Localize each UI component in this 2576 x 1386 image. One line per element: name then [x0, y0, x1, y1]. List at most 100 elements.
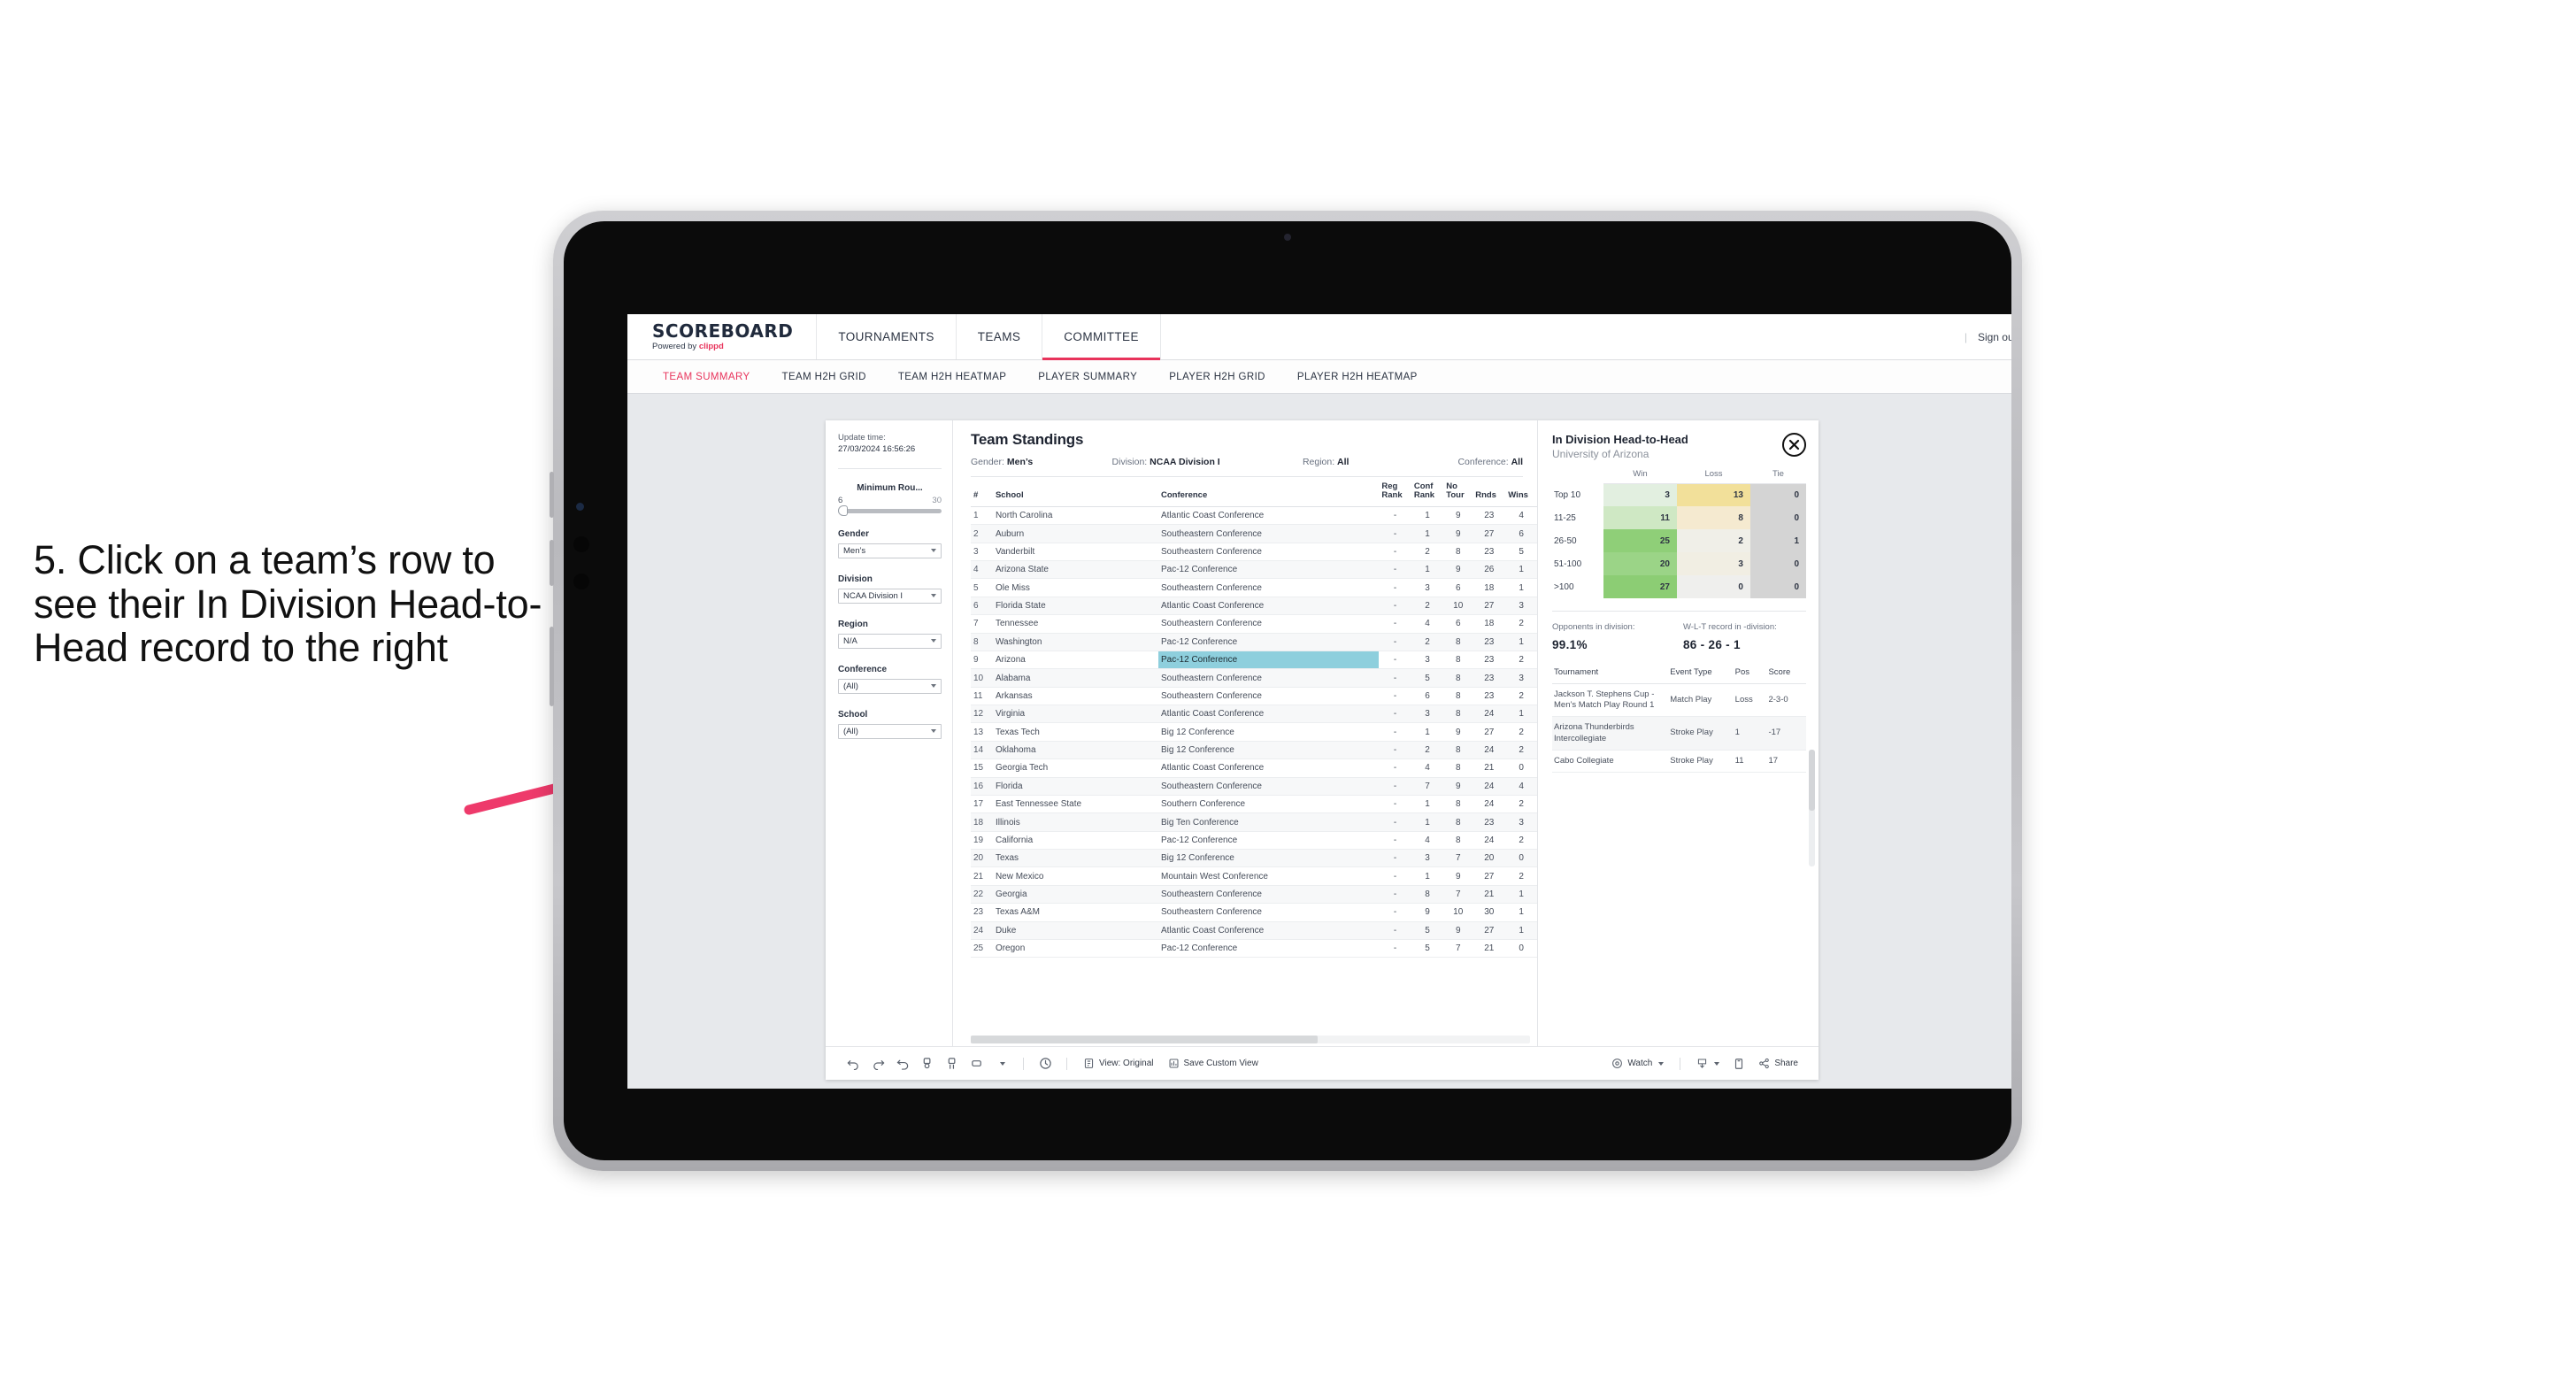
table-row[interactable]: 24 Duke Atlantic Coast Conference -5 9 27 1: [971, 921, 1537, 940]
tournament-row[interactable]: Cabo Collegiate Stroke Play 11 17: [1552, 750, 1806, 773]
cell-conference: Big 12 Conference: [1157, 722, 1380, 742]
volume-up-button[interactable]: [550, 472, 554, 518]
col-no-tour[interactable]: No Tour: [1443, 477, 1473, 507]
refresh-icon[interactable]: [941, 1053, 964, 1074]
conference-select[interactable]: (All): [838, 678, 942, 694]
clock-icon[interactable]: [1034, 1053, 1057, 1074]
table-row[interactable]: 6 Florida State Atlantic Coast Conference -…: [971, 597, 1537, 616]
col-tournament[interactable]: Tournament: [1552, 662, 1669, 685]
table-row[interactable]: 13 Texas Tech Big 12 Conference -1 9 27 2: [971, 722, 1537, 742]
col-conference[interactable]: Conference: [1157, 477, 1380, 507]
col-rnds[interactable]: Rnds: [1473, 477, 1506, 507]
rail-divider: [838, 467, 942, 469]
cell-event-type: Stroke Play: [1668, 750, 1734, 773]
col-pos[interactable]: Pos: [1733, 662, 1767, 685]
power-button[interactable]: [550, 627, 554, 706]
tab-player-h2h-heatmap[interactable]: PLAYER H2H HEATMAP: [1281, 360, 1434, 394]
division-select[interactable]: NCAA Division I: [838, 588, 942, 604]
pause-refresh-icon[interactable]: [916, 1053, 939, 1074]
tournament-scrollbar[interactable]: [1809, 750, 1815, 866]
cell-wins: 4: [1505, 777, 1537, 796]
table-row[interactable]: 7 Tennessee Southeastern Conference -4 6 18 2: [971, 614, 1537, 634]
table-row[interactable]: 1 North Carolina Atlantic Coast Conference…: [971, 506, 1537, 526]
share-button[interactable]: Share: [1752, 1053, 1804, 1074]
standings-table-wrap[interactable]: # School Conference Reg Rank Conf Rank No T…: [953, 477, 1537, 1046]
device-layout-icon[interactable]: [965, 1053, 988, 1074]
tab-team-h2h-heatmap[interactable]: TEAM H2H HEATMAP: [882, 360, 1022, 394]
minimum-rounds-slider[interactable]: [838, 505, 942, 517]
col-reg-rank[interactable]: Reg Rank: [1379, 477, 1411, 507]
cell-rnds: 24: [1473, 777, 1506, 796]
table-row[interactable]: 9 Arizona Pac-12 Conference -3 8 23 2: [971, 651, 1537, 670]
cell-conference: Atlantic Coast Conference: [1157, 597, 1380, 616]
table-row[interactable]: 12 Virginia Atlantic Coast Conference -3 8 24…: [971, 705, 1537, 724]
device-layout-caret[interactable]: [990, 1053, 1013, 1074]
cell-school: Georgia: [992, 885, 1158, 905]
nav-item-tournaments[interactable]: TOURNAMENTS: [817, 314, 957, 359]
brand-logo[interactable]: SCOREBOARD Powered by clippd: [627, 314, 818, 359]
col-event-type[interactable]: Event Type: [1668, 662, 1734, 685]
table-row[interactable]: 3 Vanderbilt Southeastern Conference -2 8 23 5: [971, 543, 1537, 562]
volume-down-button[interactable]: [550, 540, 554, 586]
fullscreen-icon[interactable]: [1727, 1053, 1750, 1074]
table-row[interactable]: 2 Auburn Southeastern Conference -1 9 27 6: [971, 524, 1537, 543]
col-school[interactable]: School: [992, 477, 1158, 507]
nav-item-teams[interactable]: TEAMS: [957, 314, 1043, 359]
table-row[interactable]: 5 Ole Miss Southeastern Conference -3 6 18 1: [971, 578, 1537, 597]
table-row[interactable]: 14 Oklahoma Big 12 Conference -2 8 24 2: [971, 741, 1537, 760]
cell-rank: 7: [971, 614, 993, 634]
slider-thumb[interactable]: [838, 505, 848, 517]
tournament-row[interactable]: Arizona Thunderbirds Intercollegiate Stro…: [1552, 716, 1806, 751]
scrollbar-thumb[interactable]: [971, 1036, 1318, 1043]
region-select[interactable]: N/A: [838, 633, 942, 649]
close-icon[interactable]: [1782, 433, 1806, 457]
view-original-label: View: Original: [1099, 1059, 1154, 1068]
table-row[interactable]: 19 California Pac-12 Conference -4 8 24 2: [971, 831, 1537, 851]
table-row[interactable]: 23 Texas A&M Southeastern Conference -9 10 30…: [971, 903, 1537, 922]
sign-out-link[interactable]: Sign out: [1978, 331, 2011, 343]
tab-team-summary[interactable]: TEAM SUMMARY: [647, 360, 766, 394]
col-rank[interactable]: #: [971, 477, 993, 507]
table-row[interactable]: 10 Alabama Southeastern Conference -5 8 23 3: [971, 668, 1537, 688]
undo-icon[interactable]: [842, 1053, 865, 1074]
app-viewport: SCOREBOARD Powered by clippd TOURNAMENTS…: [627, 314, 2011, 1089]
table-row[interactable]: 20 Texas Big 12 Conference -3 7 20 0: [971, 849, 1537, 868]
cell-rank: 2: [971, 524, 993, 543]
tournament-row[interactable]: Jackson T. Stephens Cup - Men’s Match Pl…: [1552, 683, 1806, 718]
sub-navigation-bar: TEAM SUMMARY TEAM H2H GRID TEAM H2H HEAT…: [627, 360, 2011, 394]
view-original-button[interactable]: View: Original: [1077, 1053, 1160, 1074]
col-conf-rank[interactable]: Conf Rank: [1411, 477, 1444, 507]
table-row[interactable]: 11 Arkansas Southeastern Conference -6 8 23 2: [971, 687, 1537, 706]
school-select[interactable]: (All): [838, 723, 942, 739]
gender-select[interactable]: Men’s: [838, 543, 942, 558]
table-row[interactable]: 17 East Tennessee State Southern Conferenc…: [971, 795, 1537, 814]
table-row[interactable]: 25 Oregon Pac-12 Conference -5 7 21 0: [971, 939, 1537, 959]
tab-team-h2h-grid[interactable]: TEAM H2H GRID: [766, 360, 882, 394]
heatmap-cell-win: 3: [1603, 483, 1677, 507]
table-row[interactable]: 22 Georgia Southeastern Conference -8 7 21 1: [971, 885, 1537, 905]
table-row[interactable]: 15 Georgia Tech Atlantic Coast Conference -…: [971, 758, 1537, 778]
horizontal-scrollbar[interactable]: [971, 1036, 1530, 1043]
table-row[interactable]: 8 Washington Pac-12 Conference -2 8 23 1: [971, 633, 1537, 651]
redo-icon[interactable]: [866, 1053, 889, 1074]
nav-item-committee[interactable]: COMMITTEE: [1042, 314, 1161, 360]
table-row[interactable]: 16 Florida Southeastern Conference -7 9 24 4: [971, 777, 1537, 796]
cell-wins: 1: [1505, 903, 1537, 922]
cell-event-type: Stroke Play: [1668, 716, 1734, 751]
col-score[interactable]: Score: [1766, 662, 1806, 685]
table-row[interactable]: 21 New Mexico Mountain West Conference -1 9 2…: [971, 866, 1537, 886]
cell-tournament-name: Cabo Collegiate: [1552, 750, 1669, 773]
watch-button[interactable]: Watch: [1605, 1053, 1670, 1074]
tab-player-summary[interactable]: PLAYER SUMMARY: [1022, 360, 1153, 394]
cell-reg-rank: -: [1379, 939, 1411, 959]
tournament-scrollbar-thumb[interactable]: [1809, 750, 1815, 811]
chevron-down-icon: [931, 684, 936, 689]
col-wins[interactable]: Wins: [1505, 477, 1537, 507]
revert-icon[interactable]: [891, 1053, 914, 1074]
tab-player-h2h-grid[interactable]: PLAYER H2H GRID: [1153, 360, 1281, 394]
cell-conference: Atlantic Coast Conference: [1157, 758, 1380, 778]
table-row[interactable]: 4 Arizona State Pac-12 Conference -1 9 26 1: [971, 560, 1537, 580]
download-button[interactable]: [1690, 1053, 1726, 1074]
table-row[interactable]: 18 Illinois Big Ten Conference -1 8 23 3: [971, 812, 1537, 832]
save-custom-view-button[interactable]: Save Custom View: [1162, 1053, 1265, 1074]
